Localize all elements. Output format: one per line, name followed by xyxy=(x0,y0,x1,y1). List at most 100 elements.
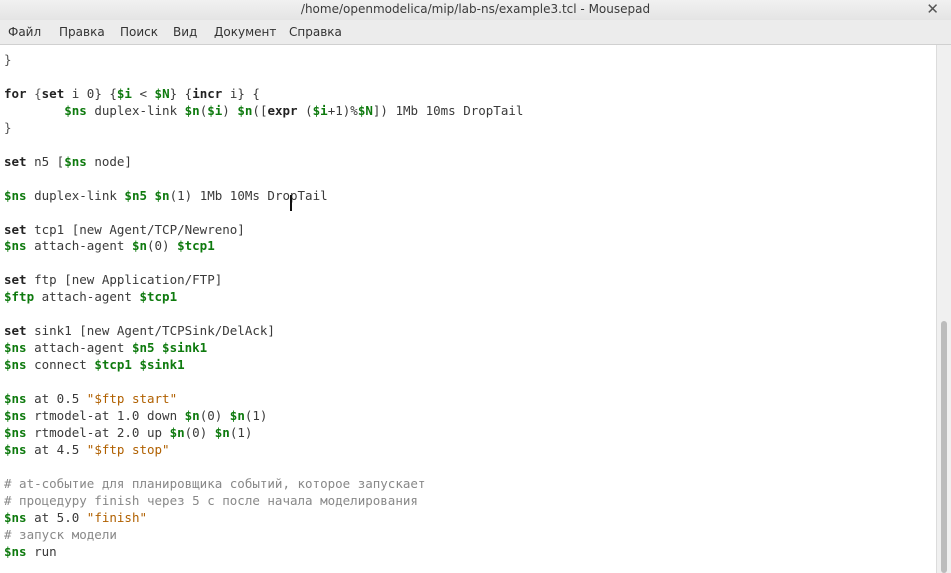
code-token: "$ftp stop" xyxy=(86,441,170,457)
code-token: connect xyxy=(26,357,95,373)
code-token: "$ftp start" xyxy=(86,391,178,406)
code-line: set n5 [$ns node] xyxy=(4,153,132,170)
code-token: (0) xyxy=(147,238,178,254)
code-token: attach-agent xyxy=(26,340,132,356)
code-token: (0) xyxy=(184,424,215,440)
code-token: $i xyxy=(207,102,223,118)
code-token: set xyxy=(4,221,27,237)
code-line: $ns connect $tcp1 $sink1 xyxy=(4,356,185,373)
code-token: $ns xyxy=(4,340,27,356)
code-token: $n xyxy=(154,187,170,203)
code-line: $ns attach-agent $n5 $sink1 xyxy=(4,339,207,356)
code-line: set sink1 [new Agent/TCPSink/DelAck] xyxy=(4,322,275,339)
text-editor[interactable]: } for {set i 0} {$i < $N} {incr i} { $ns … xyxy=(0,45,936,573)
code-token: duplex-link xyxy=(26,187,125,203)
code-token: ]) 1Mb 10ms DropTail xyxy=(372,102,524,118)
code-token: $tcp1 xyxy=(94,357,132,373)
menu-search[interactable]: Поиск xyxy=(120,25,158,39)
code-line: $ns at 5.0 "finish" xyxy=(4,509,147,526)
code-token: $n xyxy=(184,407,200,423)
code-token: $ftp xyxy=(4,289,35,305)
code-token: at 0.5 xyxy=(26,391,87,406)
text-cursor xyxy=(290,195,292,211)
code-line: $ns at 4.5 "$ftp stop" xyxy=(4,441,170,458)
code-token: set xyxy=(4,272,27,288)
code-token: ( xyxy=(297,102,313,118)
vertical-scrollbar[interactable] xyxy=(936,45,951,573)
code-token: run xyxy=(26,543,57,559)
code-token: $N xyxy=(357,102,373,118)
code-token: $ns xyxy=(4,391,27,406)
code-token: $n5 xyxy=(124,187,147,203)
code-token: $ns xyxy=(4,357,27,373)
code-token: at 4.5 xyxy=(26,441,87,457)
code-line: $ns duplex-link $n5 $n(1) 1Mb 10Ms DropT… xyxy=(4,187,328,204)
code-token: ) xyxy=(222,102,238,118)
code-token: $sink1 xyxy=(139,357,185,373)
code-line: $ns rtmodel-at 2.0 up $n(0) $n(1) xyxy=(4,424,252,441)
code-line: $ns run xyxy=(4,543,57,560)
code-token: tcp1 [new Agent/TCP/Newreno] xyxy=(26,221,245,237)
code-token: expr xyxy=(267,102,298,118)
menu-document[interactable]: Документ xyxy=(214,25,276,39)
code-token: $sink1 xyxy=(162,340,208,356)
menu-file[interactable]: Файл xyxy=(8,25,41,39)
code-token: $tcp1 xyxy=(139,289,178,305)
code-token: (1) xyxy=(229,424,253,440)
code-line: # запуск модели xyxy=(4,526,117,543)
code-token: (0) xyxy=(199,407,230,423)
code-token: $n xyxy=(214,424,230,440)
code-line: $ns attach-agent $n(0) $tcp1 xyxy=(4,237,215,254)
title-bar: /home/openmodelica/mip/lab-ns/example3.t… xyxy=(0,0,951,20)
code-token: attach-agent xyxy=(34,289,140,305)
code-token: set xyxy=(41,85,65,101)
code-token: $n5 xyxy=(131,340,155,356)
code-token: < xyxy=(131,85,155,101)
window-title: /home/openmodelica/mip/lab-ns/example3.t… xyxy=(300,2,651,16)
code-token: (1) 1Mb 10Ms DropTail xyxy=(169,187,328,203)
code-token: $ns xyxy=(4,543,27,559)
code-token: $ns xyxy=(4,187,27,203)
close-icon[interactable]: ✕ xyxy=(926,0,939,18)
code-token: $ns xyxy=(4,424,27,440)
code-token: $ns xyxy=(4,509,27,525)
menu-edit[interactable]: Правка xyxy=(59,25,105,39)
code-token: # at-событие для планировщика событий, к… xyxy=(4,475,426,491)
code-token: n5 [ xyxy=(26,153,65,169)
menu-help[interactable]: Справка xyxy=(289,25,342,39)
code-token: node] xyxy=(86,153,132,169)
code-token: set xyxy=(4,323,27,339)
code-line: $ns at 0.5 "$ftp start" xyxy=(4,390,177,407)
code-token: for xyxy=(4,85,27,101)
code-token: "finish" xyxy=(86,509,148,525)
code-token: +1)% xyxy=(327,102,358,118)
code-token: at 5.0 xyxy=(26,509,87,525)
code-token: # процедуру finish через 5 с после начал… xyxy=(4,492,418,508)
code-token: $ns xyxy=(4,407,27,423)
code-line: set ftp [new Application/FTP] xyxy=(4,271,222,288)
code-token: $ns xyxy=(4,441,27,457)
code-token: $n xyxy=(237,102,253,118)
code-token: $i xyxy=(312,102,328,118)
code-token: set xyxy=(4,153,27,169)
menu-view[interactable]: Вид xyxy=(173,25,197,39)
code-token: attach-agent xyxy=(26,238,132,254)
code-token: } { xyxy=(169,85,193,101)
code-token: i 0} { xyxy=(64,85,117,101)
code-token: i} { xyxy=(222,85,260,101)
code-token: $n xyxy=(169,424,185,440)
code-line: $ns duplex-link $n($i) $n([expr ($i+1)%$… xyxy=(4,102,523,119)
code-token: $n xyxy=(229,407,245,423)
code-token: $ns xyxy=(4,238,27,254)
scrollbar-thumb[interactable] xyxy=(941,321,947,573)
code-token: ftp [new Application/FTP] xyxy=(26,272,223,288)
code-token: $ns xyxy=(64,153,87,169)
code-token: rtmodel-at 1.0 down xyxy=(26,407,185,423)
code-line: set tcp1 [new Agent/TCP/Newreno] xyxy=(4,221,245,238)
code-token: ([ xyxy=(252,102,268,118)
code-token: $N xyxy=(154,85,170,101)
code-token: (1) xyxy=(244,407,268,423)
